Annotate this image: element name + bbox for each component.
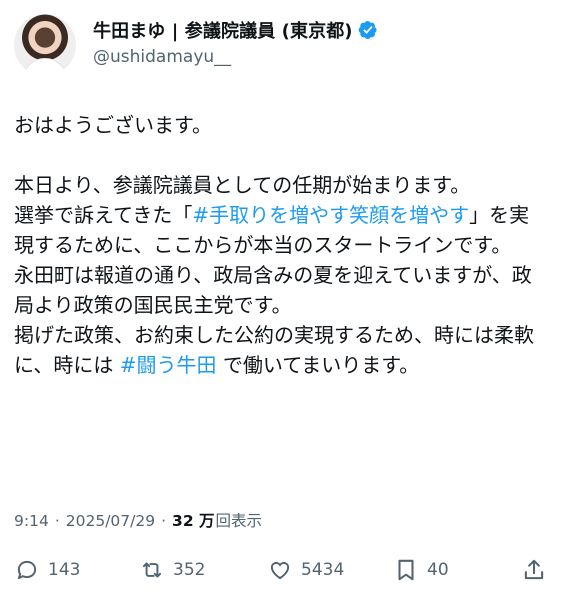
bookmark-button[interactable]: 40 [393,553,449,587]
like-button[interactable]: 5434 [267,553,344,587]
verified-badge-icon [358,21,377,39]
separator-dot: · [54,512,60,530]
like-count: 5434 [301,560,345,580]
share-button[interactable] [521,553,547,587]
hashtag-link-2[interactable]: #闘う牛田 [120,353,217,377]
tweet-header: 牛田まゆ | 参議院議員 (東京都) @ushidamayu__ [14,14,549,78]
avatar[interactable] [14,14,76,76]
tweet-time[interactable]: 9:14 [14,512,49,530]
tweet-line-3: 永田町は報道の通り、政局含みの夏を迎えていますが、政局より政策の国民民主党です。 [14,263,532,317]
hashtag-link[interactable]: #手取りを増やす笑顔を増やす [192,203,469,227]
user-handle[interactable]: @ushidamayu__ [93,47,231,67]
tweet-line-1: 本日より、参議院議員としての任期が始まります。 [14,173,471,197]
reply-icon [17,560,37,580]
separator-dot: · [161,512,167,530]
like-icon [270,561,290,580]
repost-icon [142,562,162,578]
display-name[interactable]: 牛田まゆ | 参議院議員 (東京都) [93,17,353,43]
reply-button[interactable]: 143 [14,553,80,587]
views-label[interactable]: 回表示 [216,509,263,531]
repost-count: 352 [173,560,206,580]
tweet-line-2: 選挙で訴えてきた「#手取りを増やす笑顔を増やす」を実現するために、ここからが本当… [14,200,549,260]
name-row[interactable]: 牛田まゆ | 参議院議員 (東京都) [93,18,378,42]
tweet-line-4: 掲げた政策、お約束した公約の実現するため、時には柔軟に、時には #闘う牛田 で働… [14,320,549,380]
tweet-date[interactable]: 2025/07/29 [66,512,155,530]
bookmark-icon [398,559,414,581]
tweet-line-2-pre: 選挙で訴えてきた「 [14,203,193,227]
share-icon [524,559,544,580]
reply-count: 143 [48,560,81,580]
views-count[interactable]: 32 万 [172,509,214,531]
tweet-text: おはようございます。 本日より、参議院議員としての任期が始まります。 選挙で訴え… [14,110,549,380]
tweet-greeting: おはようございます。 [14,113,212,137]
repost-button[interactable]: 352 [139,553,205,587]
bookmark-count: 40 [427,560,449,580]
tweet-meta: 9:14 · 2025/07/29 · 32 万 回表示 [14,509,262,531]
action-bar: 143 352 5434 40 [14,553,549,587]
tweet-line-4-post: で働いてまいります。 [216,353,420,377]
